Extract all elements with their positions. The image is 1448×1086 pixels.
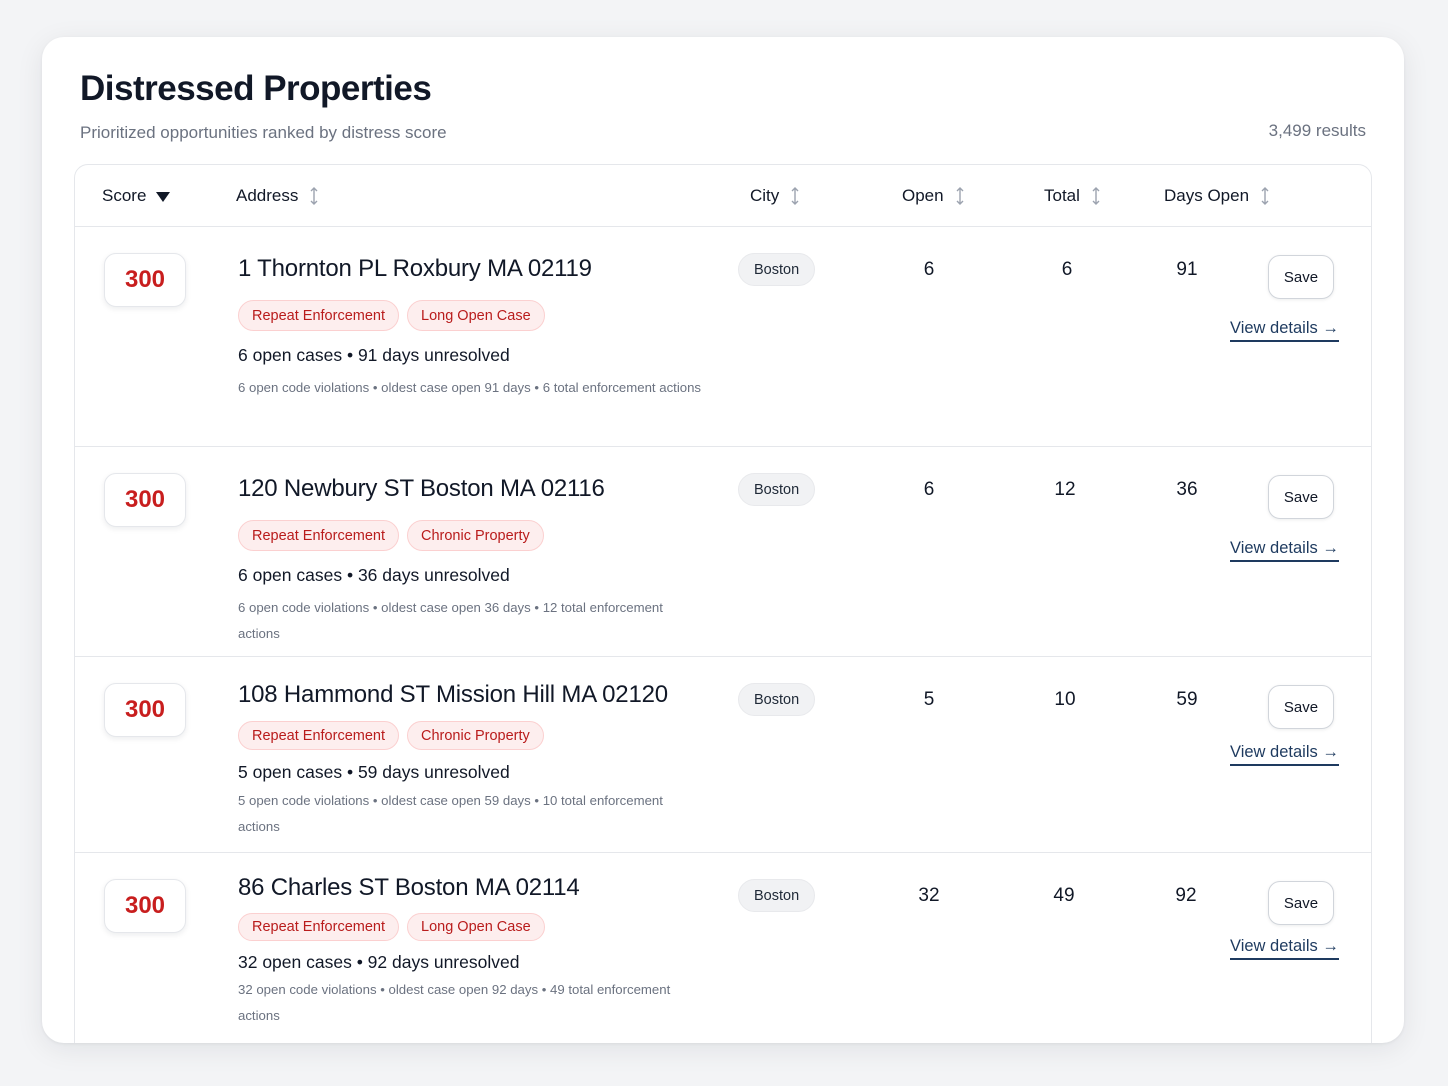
results-count: 3,499 results [1268, 121, 1366, 140]
page-title: Distressed Properties [80, 69, 432, 108]
table-header: Score Address City Open Total Days Open [75, 165, 1371, 227]
tag: Repeat Enforcement [238, 300, 399, 331]
column-label: Score [102, 186, 147, 205]
properties-card: Distressed Properties Prioritized opport… [42, 37, 1404, 1043]
column-header-city[interactable]: City [750, 186, 801, 206]
tag: Long Open Case [407, 913, 545, 941]
open-count: 32 [918, 885, 940, 906]
case-summary: 5 open cases • 59 days unresolved [238, 762, 510, 782]
score-badge: 300 [104, 683, 186, 737]
city-pill: Boston [738, 879, 816, 912]
view-details-link[interactable]: View details → [1230, 937, 1339, 960]
case-detail: 32 open code violations • oldest case op… [238, 982, 671, 1023]
days-open-count: 36 [1176, 479, 1198, 500]
column-label: Total [1044, 186, 1080, 205]
tag: Repeat Enforcement [238, 520, 399, 551]
case-detail: 6 open code violations • oldest case ope… [238, 380, 702, 395]
column-header-total[interactable]: Total [1044, 186, 1102, 206]
property-address: 1 Thornton PL Roxbury MA 02119 [238, 255, 592, 282]
view-details-link[interactable]: View details → [1230, 743, 1339, 766]
tag: Long Open Case [407, 300, 545, 331]
save-button[interactable]: Save [1268, 685, 1334, 729]
open-count: 6 [923, 479, 935, 500]
tag-list: Repeat Enforcement Long Open Case [238, 913, 545, 941]
total-count: 12 [1054, 479, 1076, 500]
tag: Chronic Property [407, 520, 544, 551]
caret-down-icon [156, 187, 171, 205]
tag-list: Repeat Enforcement Long Open Case [238, 300, 545, 331]
days-open-count: 92 [1175, 885, 1197, 906]
table-row[interactable]: 300 120 Newbury ST Boston MA 02116 Repea… [75, 447, 1371, 657]
city-pill: Boston [738, 683, 816, 716]
case-summary: 6 open cases • 36 days unresolved [238, 565, 510, 585]
case-detail: 6 open code violations • oldest case ope… [238, 600, 663, 641]
total-count: 6 [1061, 259, 1073, 280]
score-badge: 300 [104, 473, 186, 527]
save-button[interactable]: Save [1268, 255, 1334, 299]
properties-table: Score Address City Open Total Days Open … [74, 164, 1372, 1043]
view-details-link[interactable]: View details → [1230, 539, 1339, 562]
sort-updown-icon [1090, 187, 1102, 205]
case-detail: 5 open code violations • oldest case ope… [238, 793, 663, 834]
save-button[interactable]: Save [1268, 475, 1334, 519]
table-row[interactable]: 300 1 Thornton PL Roxbury MA 02119 Repea… [75, 227, 1371, 447]
tag: Repeat Enforcement [238, 913, 399, 941]
days-open-count: 91 [1176, 259, 1198, 280]
total-count: 10 [1054, 689, 1076, 710]
case-summary: 6 open cases • 91 days unresolved [238, 345, 510, 365]
city-pill: Boston [738, 253, 816, 286]
column-header-score[interactable]: Score [102, 186, 171, 206]
sort-updown-icon [308, 187, 320, 205]
total-count: 49 [1053, 885, 1075, 906]
column-label: Open [902, 186, 944, 205]
tag-list: Repeat Enforcement Chronic Property [238, 721, 544, 750]
column-header-open[interactable]: Open [902, 186, 966, 206]
table-row[interactable]: 300 108 Hammond ST Mission Hill MA 02120… [75, 657, 1371, 853]
open-count: 5 [923, 689, 935, 710]
column-header-address[interactable]: Address [236, 186, 320, 206]
property-address: 120 Newbury ST Boston MA 02116 [238, 475, 605, 502]
save-button[interactable]: Save [1268, 881, 1334, 925]
property-address: 86 Charles ST Boston MA 02114 [238, 874, 580, 901]
property-address: 108 Hammond ST Mission Hill MA 02120 [238, 681, 668, 708]
column-header-days-open[interactable]: Days Open [1164, 186, 1271, 206]
sort-updown-icon [1259, 187, 1271, 205]
case-summary: 32 open cases • 92 days unresolved [238, 952, 520, 972]
tag: Repeat Enforcement [238, 721, 399, 750]
table-row[interactable]: 300 86 Charles ST Boston MA 02114 Repeat… [75, 853, 1371, 1043]
column-label: City [750, 186, 780, 205]
score-badge: 300 [104, 253, 186, 307]
column-label: Days Open [1164, 186, 1250, 205]
page-subtitle: Prioritized opportunities ranked by dist… [80, 123, 447, 142]
view-details-link[interactable]: View details → [1230, 319, 1339, 342]
tag: Chronic Property [407, 721, 544, 750]
open-count: 6 [923, 259, 935, 280]
days-open-count: 59 [1176, 689, 1198, 710]
city-pill: Boston [738, 473, 816, 506]
sort-updown-icon [789, 187, 801, 205]
column-label: Address [236, 186, 299, 205]
sort-updown-icon [954, 187, 966, 205]
tag-list: Repeat Enforcement Chronic Property [238, 520, 544, 551]
score-badge: 300 [104, 879, 186, 933]
